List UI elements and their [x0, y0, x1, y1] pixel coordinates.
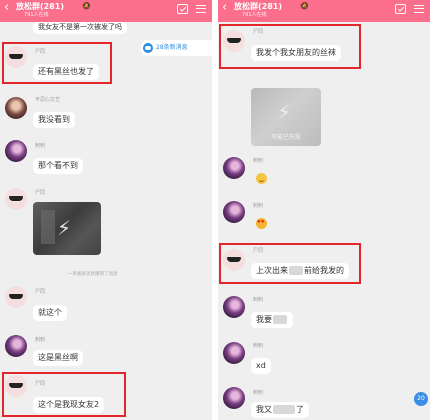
system-message: 一条图表消息撤销了消息: [68, 272, 118, 277]
message-bubble: 我又 了: [251, 402, 309, 418]
sender-name: 不忍心文艺: [35, 97, 61, 103]
lightning-icon: ⚡: [277, 100, 292, 124]
message-bubble: 那个看不到: [33, 158, 83, 174]
highlight-box: [219, 24, 361, 69]
avatar[interactable]: [223, 201, 245, 223]
avatar[interactable]: [223, 342, 245, 364]
mute-icon: 🔕: [300, 2, 309, 10]
avatar[interactable]: [5, 97, 27, 119]
chat-header: ‹ 放松群(281) 🔕 791人在线: [218, 0, 430, 22]
sender-name: 刺刺: [253, 297, 264, 303]
image-message[interactable]: ⚡: [33, 202, 101, 255]
redacted-block: [273, 405, 295, 414]
avatar[interactable]: [223, 157, 245, 179]
sender-name: 刺刺: [35, 337, 46, 343]
back-arrow-icon[interactable]: ‹: [4, 1, 9, 14]
sign-in-icon[interactable]: [395, 4, 406, 14]
unread-badge[interactable]: 20: [414, 392, 428, 406]
mute-icon: 🔕: [82, 2, 91, 10]
avatar[interactable]: [5, 188, 27, 210]
chat-panel-left: ‹ 放松群(281) 🔕 791人在线 我女友不是第一次被发了吗 28条新消息 …: [0, 0, 212, 420]
sender-name: 刺刺: [253, 158, 264, 164]
message-text: 了: [296, 405, 304, 414]
message-bubble: 我女友不是第一次被发了吗: [33, 22, 127, 34]
menu-icon[interactable]: [196, 5, 206, 13]
message-bubble: 我要: [251, 312, 293, 328]
chat-header: ‹ 放松群(281) 🔕 791人在线: [0, 0, 212, 22]
avatar[interactable]: [223, 296, 245, 318]
lightning-icon: ⚡: [57, 216, 72, 240]
avatar[interactable]: [223, 387, 245, 409]
group-title: 放松群(281): [234, 2, 283, 11]
new-messages-button[interactable]: 28条新消息: [140, 40, 212, 56]
redacted-block: [273, 315, 287, 324]
message-bubble: 就这个: [33, 305, 67, 321]
sender-name: 刺刺: [253, 203, 264, 209]
image-caption: 可能已失败: [271, 134, 302, 141]
back-arrow-icon[interactable]: ‹: [222, 1, 227, 14]
message-text: 我要: [256, 315, 272, 324]
message-bubble: xd: [251, 358, 271, 374]
heart-eyes-emoji-icon: [256, 218, 267, 229]
new-messages-label: 28条新消息: [156, 44, 188, 51]
online-count: 791人在线: [242, 12, 267, 18]
sender-name: 刺刺: [253, 390, 264, 396]
sender-name: 尸同: [35, 190, 46, 196]
sender-name: 刺刺: [253, 343, 264, 349]
message-bubble: 我没看到: [33, 112, 75, 128]
highlight-box: [2, 42, 112, 84]
avatar[interactable]: [5, 286, 27, 308]
chat-icon: [143, 43, 153, 53]
group-title: 放松群(281): [16, 2, 65, 11]
sign-in-icon[interactable]: [177, 4, 188, 14]
message-bubble: 这是黑丝啊: [33, 350, 83, 366]
smile-emoji-icon: [256, 173, 267, 184]
sender-name: 尸同: [35, 289, 46, 295]
message-text: 我又: [256, 405, 272, 414]
highlight-box: [2, 372, 126, 417]
avatar[interactable]: [5, 140, 27, 162]
image-message[interactable]: ⚡ 可能已失败: [251, 88, 321, 146]
avatar[interactable]: [5, 335, 27, 357]
highlight-box: [219, 243, 361, 284]
menu-icon[interactable]: [414, 5, 424, 13]
chat-panel-right: ‹ 放松群(281) 🔕 791人在线 尸同 我发个我女朋友的丝袜 ⚡ 可能已失…: [218, 0, 430, 420]
online-count: 791人在线: [24, 12, 49, 18]
sender-name: 刺刺: [35, 143, 46, 149]
